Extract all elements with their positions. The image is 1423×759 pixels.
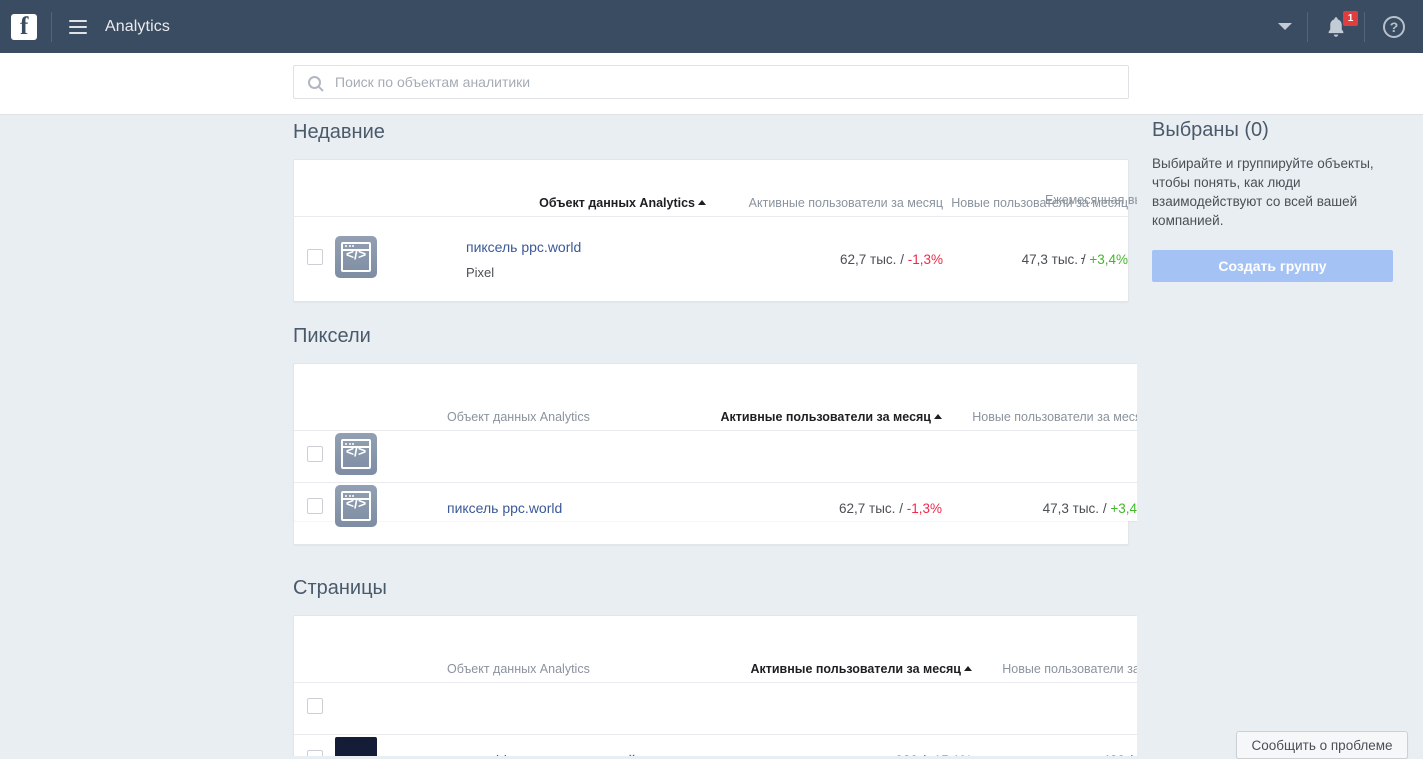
search-box[interactable] [293, 65, 1129, 99]
metric-separator: / [899, 501, 907, 517]
row-checkbox[interactable] [306, 446, 323, 462]
pixel-icon: </> [335, 235, 377, 278]
row-new-users-cell: 47,3 тыс. / +3,4% [942, 482, 1149, 535]
row-checkbox[interactable] [306, 698, 323, 714]
recent-objects-card: Объект данных Analytics Активные пользов… [293, 159, 1129, 302]
sort-ascending-icon [698, 200, 706, 205]
row-icon-cell [335, 682, 398, 735]
row-object-cell [447, 682, 726, 735]
th-spacer [294, 160, 335, 217]
th-spacer [398, 616, 447, 683]
search-bar-row [0, 53, 1423, 115]
section-title-pages: Страницы [293, 577, 387, 599]
selection-panel-description: Выбирайте и группируйте объекты, чтобы п… [1152, 156, 1374, 228]
row-active-users-cell: 62,7 тыс. / -1,3% [696, 482, 942, 535]
row-object-cell [447, 430, 696, 483]
column-header-object[interactable]: Объект данных Analytics [447, 616, 726, 683]
row-spacer-cell [398, 734, 447, 756]
table-header-row: Объект данных Analytics Активные пользов… [294, 160, 1128, 217]
column-header-new-users[interactable]: Новые пользователи за месяц [942, 364, 1149, 431]
row-checkbox[interactable] [306, 248, 323, 265]
row-checkbox-cell[interactable] [294, 430, 335, 483]
th-spacer [398, 364, 447, 431]
row-spacer-cell [398, 682, 447, 735]
row-checkbox-cell[interactable] [294, 482, 335, 535]
th-spacer [335, 364, 398, 431]
section-title-pixels: Пиксели [293, 325, 371, 347]
create-group-button[interactable]: Создать группу [1152, 250, 1393, 282]
nav-divider [51, 11, 52, 42]
page-avatar: ppc [335, 737, 377, 756]
row-icon-cell: </> [335, 216, 398, 302]
sort-ascending-icon [934, 414, 942, 419]
selection-side-panel: Выбраны (0) Выбирайте и группируйте объе… [1137, 115, 1423, 756]
th-spacer [398, 160, 466, 217]
recent-objects-table: Объект данных Analytics Активные пользов… [294, 160, 1128, 302]
row-new-users-cell: 47,3 тыс. / +3,4% [943, 216, 1128, 302]
new-users-delta: +3,4% [1089, 251, 1128, 267]
top-navigation-bar: Analytics 1 ? [0, 0, 1423, 53]
row-new-users-cell [942, 430, 1149, 483]
section-title-recent: Недавние [293, 121, 385, 143]
column-header-object[interactable]: Объект данных Analytics [447, 364, 696, 431]
row-revenue-cell: - [1080, 250, 1086, 265]
metric-separator: / [900, 251, 908, 267]
row-active-users-cell: 929 / -15,1% [726, 734, 972, 756]
chevron-down-icon [1278, 23, 1292, 30]
active-users-delta: -1,3% [907, 251, 943, 267]
notification-count-badge: 1 [1343, 10, 1358, 26]
active-users-value: 62,7 тыс. [839, 501, 896, 517]
top-nav-actions: 1 ? [1263, 0, 1423, 53]
table-row[interactable]: </> пиксель ppc.world Pixel 62,7 тыс. / … [294, 216, 1128, 302]
bell-icon: 1 [1323, 10, 1358, 40]
row-object-cell: ppc.world - все о контекстной рекламе [447, 734, 726, 756]
row-spacer-cell [398, 430, 447, 483]
column-header-object[interactable]: Объект данных Analytics [466, 160, 706, 217]
row-spacer-cell [398, 482, 447, 535]
row-checkbox-cell[interactable] [294, 216, 335, 302]
th-spacer [294, 364, 335, 431]
row-active-users-cell [696, 430, 942, 483]
row-checkbox[interactable] [306, 750, 323, 756]
row-active-users-cell: 62,7 тыс. / -1,3% [706, 216, 943, 302]
question-mark-icon: ? [1383, 15, 1405, 38]
row-icon-cell: </> [335, 430, 398, 483]
th-spacer [335, 616, 398, 683]
row-active-users-cell [726, 682, 972, 735]
object-name-link[interactable]: пиксель ppc.world [466, 239, 581, 255]
th-spacer [335, 160, 398, 217]
column-header-active-users[interactable]: Активные пользователи за месяц [726, 616, 972, 683]
sort-ascending-icon [964, 666, 972, 671]
active-users-value: 62,7 тыс. [840, 251, 897, 267]
search-icon [308, 75, 321, 89]
object-name-link[interactable]: пиксель ppc.world [447, 500, 562, 516]
row-spacer-cell [398, 216, 466, 302]
hamburger-menu-icon[interactable] [69, 19, 87, 34]
new-users-value: 47,3 тыс. [1042, 501, 1100, 517]
row-object-cell: пиксель ppc.world Pixel [466, 216, 706, 302]
help-button[interactable]: ? [1365, 0, 1423, 53]
selection-panel-title: Выбраны (0) [1152, 119, 1269, 141]
app-title: Analytics [105, 17, 170, 35]
row-checkbox[interactable] [306, 498, 323, 515]
row-object-cell: пиксель ppc.world [447, 482, 696, 535]
search-input[interactable] [333, 73, 1093, 91]
object-subtitle: Pixel [466, 264, 495, 280]
pixel-icon: </> [335, 485, 377, 528]
facebook-logo-icon[interactable] [11, 12, 37, 42]
th-spacer [294, 616, 335, 683]
row-checkbox-cell[interactable] [294, 734, 335, 756]
row-checkbox-cell[interactable] [294, 682, 335, 735]
column-header-new-users[interactable]: Новые пользователи за месяц [943, 160, 1128, 217]
notifications-button[interactable]: 1 [1308, 0, 1364, 53]
object-name-link[interactable]: ppc.world - все о контекстной рекламе [447, 752, 695, 756]
row-icon-cell: ppc [335, 734, 398, 756]
column-header-active-users[interactable]: Активные пользователи за месяц [696, 364, 942, 431]
active-users-delta: -1,3% [906, 501, 942, 517]
row-icon-cell: </> [335, 482, 398, 535]
column-header-active-users[interactable]: Активные пользователи за месяц [706, 160, 943, 217]
report-problem-button[interactable]: Сообщить о проблеме [1236, 731, 1408, 759]
pixel-icon: </> [335, 433, 377, 475]
account-dropdown-button[interactable] [1263, 0, 1307, 53]
